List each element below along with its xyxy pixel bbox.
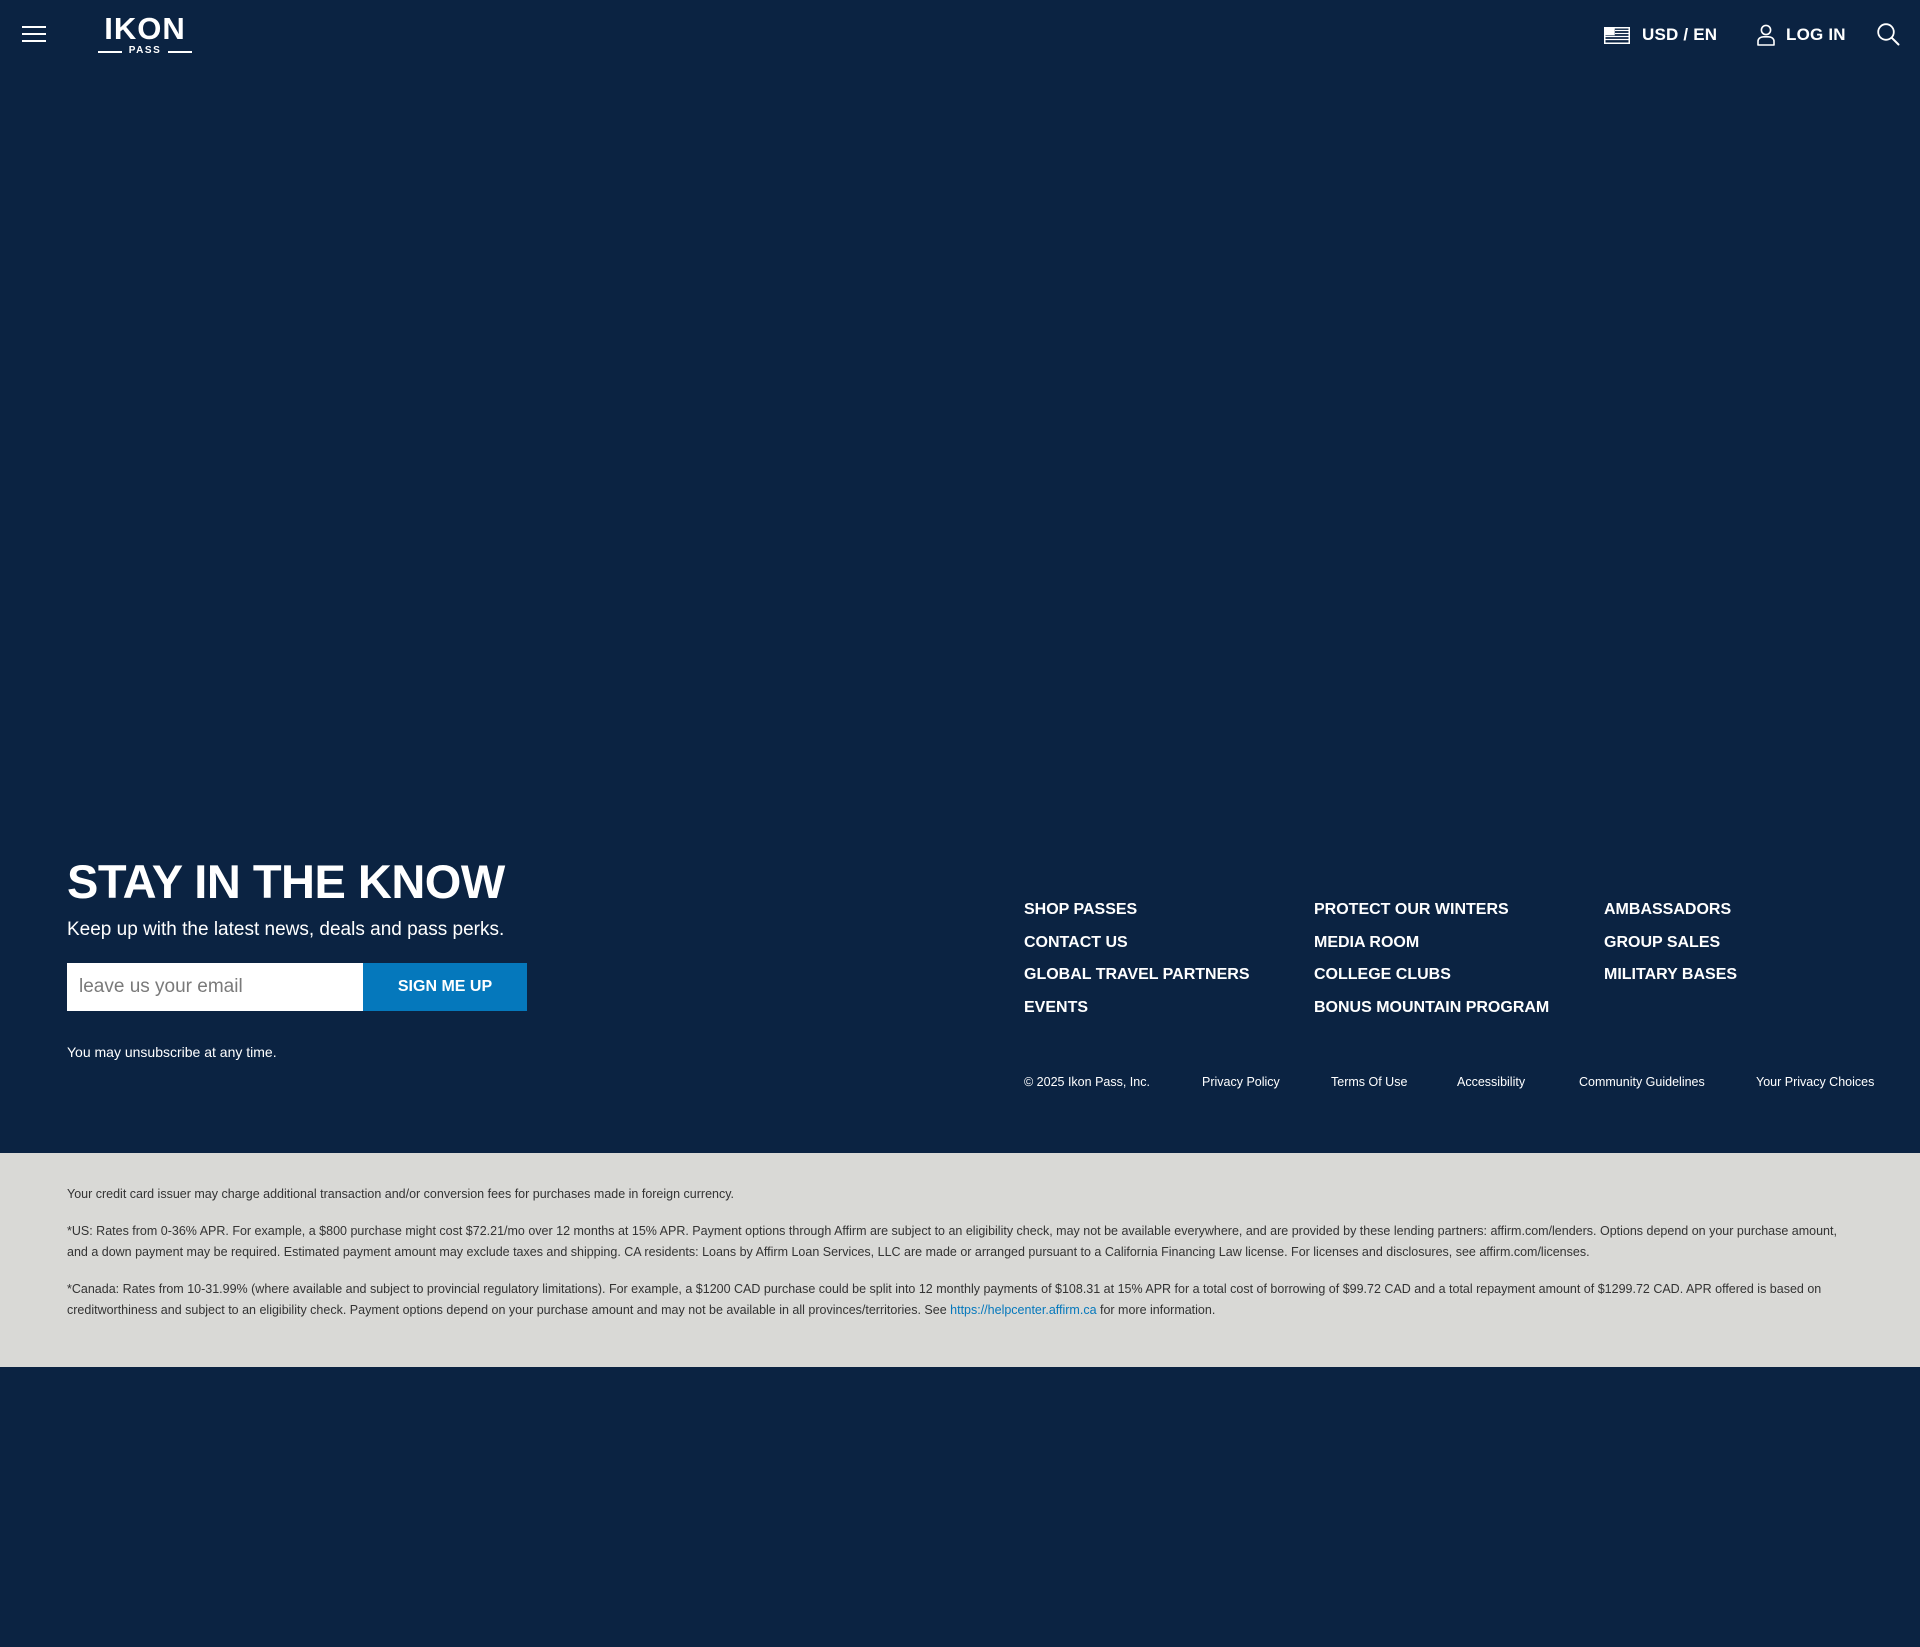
currency-disclaimer: Your credit card issuer may charge addit… — [67, 1187, 735, 1201]
locale-label: USD / EN — [1642, 25, 1718, 44]
terms-of-use-link[interactable]: Terms Of Use — [1331, 1073, 1407, 1091]
affirm-helpcenter-link[interactable]: https://helpcenter.affirm.ca — [950, 1303, 1096, 1317]
community-guidelines-link[interactable]: Community Guidelines — [1579, 1073, 1705, 1091]
site-header: IKON PASS USD / EN LOG IN — [0, 0, 1920, 70]
canada-disclaimer-text: *Canada: Rates from 10-31.99% (where ava… — [67, 1282, 1822, 1317]
us-flag-icon — [1604, 26, 1630, 44]
accessibility-link[interactable]: Accessibility — [1457, 1073, 1525, 1091]
footer-link-military-bases[interactable]: MILITARY BASES — [1604, 965, 1737, 985]
logo-rule-left — [98, 51, 122, 53]
footer-link-events[interactable]: EVENTS — [1024, 998, 1250, 1018]
search-icon[interactable] — [1876, 22, 1900, 46]
login-button[interactable]: LOG IN — [1756, 22, 1846, 48]
logo-wordmark: IKON — [104, 11, 186, 46]
sign-up-button[interactable]: SIGN ME UP — [363, 963, 527, 1011]
footer-link-shop-passes[interactable]: SHOP PASSES — [1024, 900, 1250, 920]
footer-link-ambassadors[interactable]: AMBASSADORS — [1604, 900, 1737, 920]
footer-link-group-sales[interactable]: GROUP SALES — [1604, 933, 1737, 953]
copyright: © 2025 Ikon Pass, Inc. — [1024, 1075, 1150, 1089]
ikon-pass-logo[interactable]: IKON PASS — [98, 11, 192, 58]
login-label: LOG IN — [1786, 25, 1846, 44]
footer-column-3: AMBASSADORS GROUP SALES MILITARY BASES — [1604, 900, 1737, 998]
newsletter-form: SIGN ME UP — [67, 963, 527, 1011]
currency-language-selector[interactable]: USD / EN — [1604, 22, 1717, 48]
logo-rule-right — [168, 51, 192, 53]
canada-affirm-disclaimer: *Canada: Rates from 10-31.99% (where ava… — [67, 1279, 1853, 1321]
footer-column-1: SHOP PASSES CONTACT US GLOBAL TRAVEL PAR… — [1024, 900, 1250, 1030]
privacy-policy-link[interactable]: Privacy Policy — [1202, 1073, 1280, 1091]
newsletter-section: STAY IN THE KNOW Keep up with the latest… — [67, 855, 627, 1060]
footer-link-media-room[interactable]: MEDIA ROOM — [1314, 933, 1549, 953]
hamburger-icon[interactable] — [22, 24, 46, 44]
footer-link-protect-our-winters[interactable]: PROTECT OUR WINTERS — [1314, 900, 1549, 920]
footer-link-global-travel-partners[interactable]: GLOBAL TRAVEL PARTNERS — [1024, 965, 1250, 985]
logo-sub-row: PASS — [98, 45, 192, 57]
canada-disclaimer-suffix: for more information. — [1096, 1303, 1216, 1317]
footer-link-contact-us[interactable]: CONTACT US — [1024, 933, 1250, 953]
logo-subtext: PASS — [128, 45, 162, 56]
privacy-choices-link[interactable]: Your Privacy Choices — [1756, 1073, 1874, 1091]
footer-column-2: PROTECT OUR WINTERS MEDIA ROOM COLLEGE C… — [1314, 900, 1549, 1030]
footer-nav: SHOP PASSES CONTACT US GLOBAL TRAVEL PAR… — [1024, 900, 1904, 1030]
footer-link-college-clubs[interactable]: COLLEGE CLUBS — [1314, 965, 1549, 985]
unsubscribe-note: You may unsubscribe at any time. — [67, 1044, 277, 1060]
newsletter-subtitle: Keep up with the latest news, deals and … — [67, 919, 505, 940]
footer-link-bonus-mountain-program[interactable]: BONUS MOUNTAIN PROGRAM — [1314, 998, 1549, 1018]
newsletter-title: STAY IN THE KNOW — [67, 855, 505, 908]
email-input[interactable] — [67, 963, 363, 1011]
disclaimer-section: Your credit card issuer may charge addit… — [0, 1153, 1920, 1367]
user-icon — [1757, 24, 1775, 46]
us-affirm-disclaimer: *US: Rates from 0-36% APR. For example, … — [67, 1224, 1837, 1259]
legal-row: © 2025 Ikon Pass, Inc. Privacy Policy Te… — [1024, 1073, 1904, 1091]
